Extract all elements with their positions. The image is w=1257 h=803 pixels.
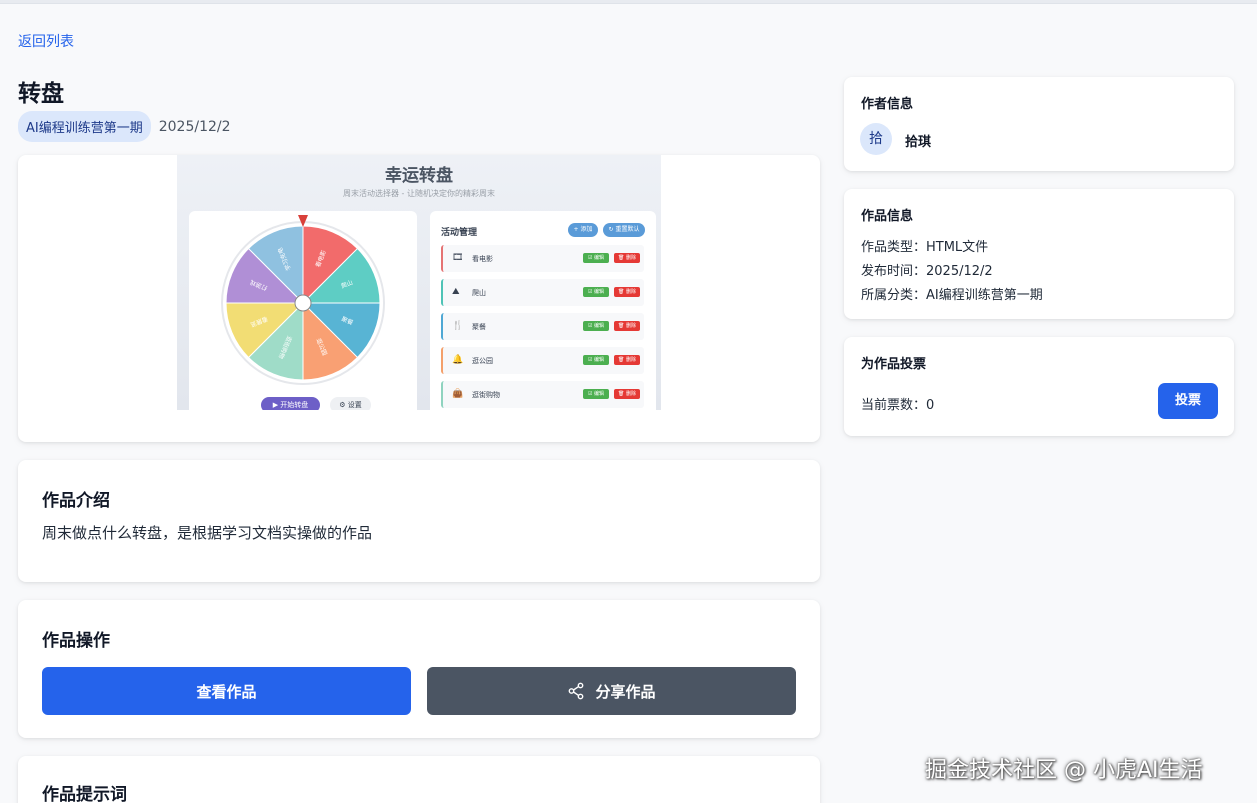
intro-text: 周末做点什么转盘，是根据学习文档实操做的作品 <box>42 524 373 542</box>
activity-edit-button: ☑ 编辑 <box>583 253 609 263</box>
share-icon <box>567 682 585 700</box>
author-avatar[interactable]: 拾 <box>860 123 892 155</box>
publish-date: 2025/12/2 <box>158 118 231 135</box>
activity-name: 看电影 <box>472 255 493 263</box>
activity-icon: 🎞 <box>452 253 464 263</box>
activity-edit-button: ☑ 编辑 <box>583 389 609 399</box>
activity-name: 爬山 <box>472 289 486 297</box>
preview-activity-row: 🔔 逛公园 ☑ 编辑 🗑 删除 <box>441 347 644 374</box>
work-preview-image[interactable]: 幸运转盘 周末活动选择器 - 让随机决定你的精彩周末 看电影 爬山 聚餐 逛公园 逛街购… <box>177 155 661 410</box>
activity-edit-button: ☑ 编辑 <box>583 355 609 365</box>
category-line: 所属分类：AI编程训练营第一期 <box>861 288 1043 303</box>
intro-heading: 作品介绍 <box>42 491 110 511</box>
work-type-line: 作品类型：HTML文件 <box>861 240 989 255</box>
back-to-list-link[interactable]: 返回列表 <box>18 31 74 51</box>
preview-list-title: 活动管理 <box>441 228 478 238</box>
prompt-card: 作品提示词 <box>18 756 820 803</box>
view-work-label: 查看作品 <box>196 682 257 701</box>
activity-icon: 🔔 <box>452 355 464 365</box>
preview-wheel-panel: 看电影 爬山 聚餐 逛公园 逛街购物 看展览 打游戏 学习充电 ▶ 开始转盘 ⚙ 设置 <box>189 211 417 410</box>
preview-app-subtitle: 周末活动选择器 - 让随机决定你的精彩周末 <box>343 189 495 198</box>
preview-card: 幸运转盘 周末活动选择器 - 让随机决定你的精彩周末 看电影 爬山 聚餐 逛公园 逛街购… <box>18 155 820 442</box>
prompt-heading: 作品提示词 <box>42 785 127 803</box>
work-info-heading: 作品信息 <box>861 209 914 224</box>
wheel-graphic: 看电影爬山聚餐逛公园逛街购物看展览打游戏学习充电 <box>221 215 385 385</box>
activity-delete-button: 🗑 删除 <box>614 253 640 263</box>
page-title: 转盘 <box>18 81 64 107</box>
preview-spin-button: ▶ 开始转盘 <box>261 397 320 410</box>
preview-activity-row: 👜 逛街购物 ☑ 编辑 🗑 删除 <box>441 381 644 408</box>
top-divider <box>0 0 1257 4</box>
publish-time-line: 发布时间：2025/12/2 <box>861 264 993 279</box>
preview-app-title: 幸运转盘 <box>385 166 453 186</box>
author-card: 作者信息 拾 拾琪 <box>844 77 1234 171</box>
wheel-hub <box>294 294 312 312</box>
work-meta: AI编程训练营第一期 2025/12/2 <box>18 111 231 142</box>
watermark: 掘金技术社区 @ 小虎AI生活 <box>925 758 1203 783</box>
operations-card: 作品操作 查看作品 分享作品 <box>18 600 820 738</box>
view-work-button[interactable]: 查看作品 <box>42 667 411 715</box>
share-work-button[interactable]: 分享作品 <box>427 667 796 715</box>
activity-edit-button: ☑ 编辑 <box>583 287 609 297</box>
preview-activity-row: ⛰ 爬山 ☑ 编辑 🗑 删除 <box>441 279 644 306</box>
work-info-card: 作品信息 作品类型：HTML文件 发布时间：2025/12/2 所属分类：AI编… <box>844 189 1234 319</box>
author-heading: 作者信息 <box>861 97 914 112</box>
operations-heading: 作品操作 <box>42 631 110 651</box>
vote-heading: 为作品投票 <box>861 357 927 372</box>
share-work-label: 分享作品 <box>595 682 656 701</box>
vote-button[interactable]: 投票 <box>1158 383 1218 419</box>
category-tag[interactable]: AI编程训练营第一期 <box>18 111 151 142</box>
activity-icon: 👜 <box>452 389 464 399</box>
activity-delete-button: 🗑 删除 <box>614 287 640 297</box>
activity-icon: 🍴 <box>452 321 464 331</box>
activity-delete-button: 🗑 删除 <box>614 321 640 331</box>
vote-card: 为作品投票 当前票数：0 投票 <box>844 337 1234 436</box>
activity-name: 逛公园 <box>472 357 493 365</box>
author-name[interactable]: 拾琪 <box>905 131 931 150</box>
preview-activity-row: 🍴 聚餐 ☑ 编辑 🗑 删除 <box>441 313 644 340</box>
activity-icon: ⛰ <box>452 287 460 297</box>
preview-activity-panel: 活动管理 + 添加 ↻ 重置默认 🎞 看电影 ☑ 编辑 🗑 删除 ⛰ 爬山 ☑ 编辑 🗑 删除… <box>430 211 656 410</box>
preview-reset-button: ↻ 重置默认 <box>603 223 645 237</box>
vote-count: 当前票数：0 <box>861 398 935 413</box>
activity-delete-button: 🗑 删除 <box>614 389 640 399</box>
preview-settings-button: ⚙ 设置 <box>330 397 371 410</box>
activity-name: 聚餐 <box>472 323 486 331</box>
activity-delete-button: 🗑 删除 <box>614 355 640 365</box>
preview-add-button: + 添加 <box>568 223 598 237</box>
intro-card: 作品介绍 周末做点什么转盘，是根据学习文档实操做的作品 <box>18 460 820 582</box>
activity-name: 逛街购物 <box>472 391 500 399</box>
preview-activity-row: 🎞 看电影 ☑ 编辑 🗑 删除 <box>441 245 644 272</box>
activity-edit-button: ☑ 编辑 <box>583 321 609 331</box>
